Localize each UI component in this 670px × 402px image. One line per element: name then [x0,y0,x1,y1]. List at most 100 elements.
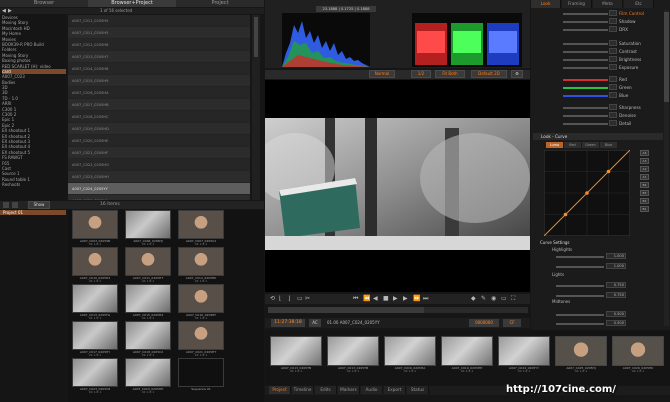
step-back-icon[interactable]: ⏪ [363,295,370,302]
file-list-item[interactable]: A007_C013_0205H7 [68,51,250,63]
bottom-tab[interactable]: Audio [361,386,383,394]
look-value-field[interactable] [609,64,617,70]
resolution-dropdown[interactable]: 1/2 [411,70,431,78]
highlights-value-2[interactable]: 1.000 [606,263,626,269]
project-thumbnail[interactable]: A007_C006_0205HJ 4K 1.8:1 [125,210,171,248]
ac-flag[interactable]: AC [309,319,321,327]
fit-dropdown[interactable]: Fit Both [435,70,465,78]
curve-point[interactable] [606,169,611,174]
file-list-item[interactable]: A007_C015_0205H9 [68,75,250,87]
strip-clip[interactable]: A007_C013_0205TB 4K 1.8:1 [270,336,322,378]
file-list-item[interactable]: A007_C019_0205HD [68,123,250,135]
bottom-tab[interactable]: Export [384,386,406,394]
look-value-field[interactable] [609,76,617,82]
look-slider[interactable] [563,12,608,15]
right-tab[interactable]: Framing [562,0,592,8]
file-list-item[interactable]: A007_C018_0205HC [68,111,250,123]
lut-dropdown[interactable]: Default 2D [471,70,507,78]
viewer-settings-icon[interactable]: ⚙ [511,70,523,78]
look-value-field[interactable] [609,40,617,46]
project-thumbnail[interactable]: A007_C013_0205TG 4K 1.8:1 [72,284,118,322]
look-value-field[interactable] [609,48,617,54]
curve-channel-button[interactable]: Blue [600,142,617,148]
look-slider[interactable] [563,122,608,125]
strip-clip[interactable]: A007_C016_0205HA 4K 1.8:1 [384,336,436,378]
project-thumbnail[interactable]: A007_C018_0205C2 2K 1.8:1 [125,321,171,359]
look-value-field[interactable] [609,26,617,32]
forward-icon[interactable]: ▶ [8,8,12,14]
project-thumbnail[interactable]: A007_C017_0205HY 2K 1.8:1 [72,321,118,359]
project-thumbnail[interactable]: A007_C011_0205HT 4K 1.8:1 [125,247,171,285]
strip-clip[interactable]: A007_C024_0205YY 4K 1.8:1 [498,336,550,378]
look-value-field[interactable] [609,56,617,62]
lights-slider[interactable] [556,285,604,287]
display-mode-dropdown[interactable]: Normal [369,70,395,78]
current-timecode[interactable]: 11:27:38:18 [271,319,305,327]
midtones-slider-2[interactable] [556,323,604,325]
project-thumbnail[interactable]: A007_C021_0205HT 2K 1.8:1 [178,321,224,359]
in-point-icon[interactable]: ⌊ [279,295,281,302]
prev-frame-icon[interactable]: ◀ [373,295,378,302]
midtones-value-1[interactable]: 0.500 [606,311,626,317]
strip-clip[interactable]: A007_C013_0205TB 4K 1.8:1 [327,336,379,378]
loop-icon[interactable]: ⟲ [270,295,275,302]
curve-preset-button[interactable]: B2 [640,198,649,204]
look-value-field[interactable] [609,84,617,90]
project-thumbnail[interactable]: A007_C012_0205HK 4K 1.8:1 [178,247,224,285]
file-list-item[interactable]: A007_C023_0205HH [68,171,250,183]
file-list-item[interactable]: A007_C012_0205H6 [68,39,250,51]
file-list-item[interactable]: A007_C022_0205HG [68,159,250,171]
right-tab[interactable]: Look [531,0,561,8]
list-view-icon[interactable] [12,202,18,208]
bottom-tab[interactable]: Edits [315,386,337,394]
file-list-item[interactable]: A007_C020_0205HE [68,135,250,147]
bottom-tab[interactable]: Timeline [292,386,314,394]
look-slider[interactable] [563,58,608,61]
scrubber-track[interactable] [268,307,528,313]
look-slider[interactable] [563,28,608,31]
look-slider[interactable] [563,94,608,97]
strip-clip[interactable]: A007_C026_0205HK 4K 1.8:1 [612,336,664,378]
curve-preset-button[interactable]: B3 [640,190,649,196]
curve-channel-button[interactable]: Red [564,142,581,148]
monitor-icon[interactable]: ▭ [501,295,507,302]
go-start-icon[interactable]: ⏮ [353,295,358,303]
project-thumbnail[interactable]: A007_C007_0205C2 4K 1.8:1 [178,210,224,248]
project-thumbnail[interactable]: A007_C024_0205HH 4K 1.8:1 [125,358,171,396]
strip-clip[interactable]: A007_C025_0205HJ 4K 1.8:1 [555,336,607,378]
file-list-item[interactable]: A007_C016_0205HA [68,87,250,99]
back-icon[interactable]: ◀ [2,8,6,14]
look-value-field[interactable] [609,10,617,16]
marker-icon[interactable]: ◆ [471,295,476,302]
right-tab[interactable]: Meta [593,0,623,8]
tab-browser[interactable]: Browser [0,0,88,7]
lights-value-2[interactable]: 0.750 [606,292,626,298]
curve-preset-button[interactable]: A2 [640,166,649,172]
file-list-item[interactable]: A007_C011_0205H5 [68,15,250,27]
look-slider[interactable] [563,20,608,23]
file-list-item[interactable]: A007_C024_0205YY [68,183,250,195]
step-forward-icon[interactable]: ⏩ [413,295,420,302]
look-value-field[interactable] [609,112,617,118]
look-slider[interactable] [563,78,608,81]
look-value-field[interactable] [609,18,617,24]
curve-preset-button[interactable]: B1 [640,206,649,212]
bottom-tab[interactable]: Markers [338,386,360,394]
look-slider[interactable] [563,106,608,109]
curve-channel-button[interactable]: Luma [546,142,563,148]
midtones-slider[interactable] [556,314,604,316]
grid-view-icon[interactable] [3,202,9,208]
project-thumbnail[interactable]: A007_C016_0205RT 4K 1.8:1 [178,284,224,322]
look-value-field[interactable] [609,104,617,110]
look-slider[interactable] [563,114,608,117]
show-dropdown[interactable]: Show [28,201,50,209]
edit-icon[interactable]: ✎ [481,295,486,302]
midtones-value-2[interactable]: 0.500 [606,320,626,326]
project-thumbnail[interactable]: A007_C010_0205H4 4K 1.8:1 [72,247,118,285]
project-thumbnail[interactable]: A007_C015_0205H4 4K 1.8:1 [125,284,171,322]
curve-preset-button[interactable]: A4 [640,150,649,156]
tab-browser-project[interactable]: Browser+Project [88,0,176,7]
highlights-slider-2[interactable] [556,266,604,268]
look-slider[interactable] [563,86,608,89]
look-panel-scrollbar[interactable] [664,10,669,326]
